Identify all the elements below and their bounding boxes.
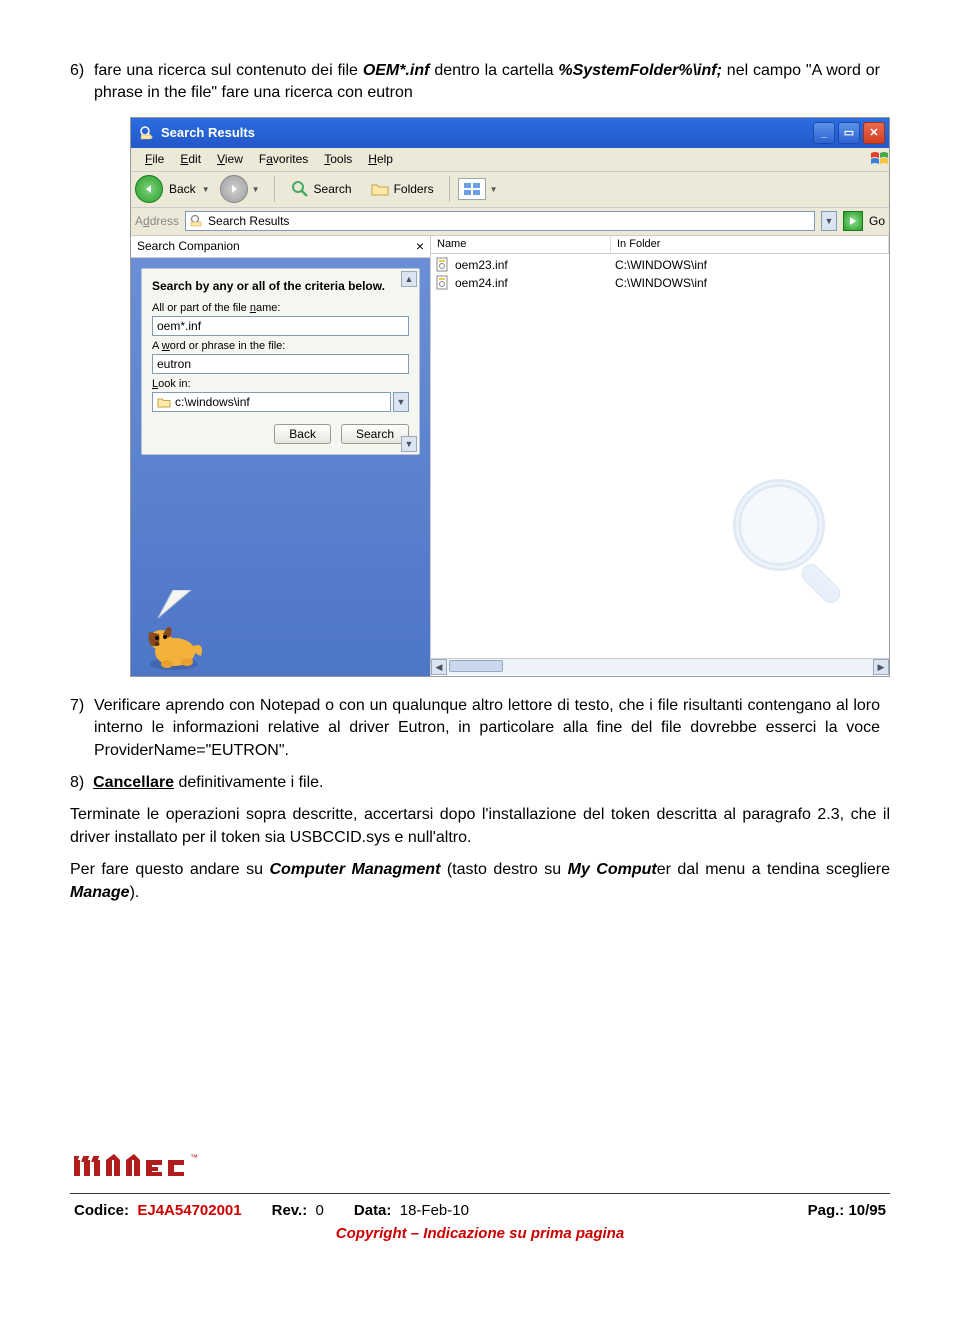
scroll-right-button[interactable]: ▶ [873,659,889,675]
search-panel: ▲ ▼ Search by any or all of the criteria… [141,268,420,456]
phrase-label: A word or phrase in the file: [152,340,409,352]
screenshot-window: Search Results _ ▭ ✕ File Edit View Favo… [130,117,890,677]
panel-scroll-up[interactable]: ▲ [401,271,417,287]
forward-button[interactable] [220,175,248,203]
terminate-paragraph-2: Per fare questo andare su Computer Manag… [70,859,890,904]
minimize-button[interactable]: _ [813,122,835,144]
forward-dropdown[interactable]: ▼ [252,185,260,194]
panel-heading: Search by any or all of the criteria bel… [152,279,409,295]
svg-text:™: ™ [190,1154,198,1162]
list-item-6: 6) fare una ricerca sul contenuto dei fi… [94,60,890,105]
panel-scroll-down[interactable]: ▼ [401,436,417,452]
menu-edit[interactable]: Edit [172,152,209,166]
menu-tools[interactable]: Tools [316,152,360,166]
horizontal-scrollbar[interactable]: ◀ ▶ [431,658,889,676]
companion-close-button[interactable]: × [416,238,424,254]
inf-file-icon [435,275,451,291]
menu-file[interactable]: File [137,152,172,166]
copyright-line: Copyright – Indicazione su prima pagina [70,1225,890,1242]
footer-info: Codice: EJ4A54702001 Rev.: 0 Data: 18-Fe… [70,1202,890,1219]
folders-icon [370,179,390,199]
close-button[interactable]: ✕ [863,122,885,144]
address-bar: Address Search Results ▼ Go [131,208,889,236]
scroll-left-button[interactable]: ◀ [431,659,447,675]
panel-back-button[interactable]: Back [274,424,331,444]
folders-tool[interactable]: Folders [363,176,441,202]
search-tool[interactable]: Search [283,176,359,202]
footer-divider [70,1193,890,1194]
back-label: Back [169,182,196,196]
scroll-thumb[interactable] [449,660,503,672]
file-row[interactable]: oem23.inf C:\WINDOWS\inf [435,256,885,274]
lookin-dropdown[interactable]: ▼ [393,392,409,412]
menu-bar: File Edit View Favorites Tools Help [131,148,889,172]
go-label: Go [869,214,885,228]
lookin-label: Look in: [152,378,409,390]
col-folder-header[interactable]: In Folder [611,236,889,253]
list-item-8: 8) Cancellare definitivamente i file. [94,772,890,794]
phrase-input[interactable] [152,354,409,374]
search-icon [290,179,310,199]
list-item-7: 7) Verificare aprendo con Notepad o con … [94,695,890,762]
window-titlebar: Search Results _ ▭ ✕ [131,118,889,148]
maximize-button[interactable]: ▭ [838,122,860,144]
inf-file-icon [435,257,451,273]
menu-view[interactable]: View [209,152,251,166]
views-button[interactable] [458,178,486,200]
back-dropdown[interactable]: ▼ [202,185,210,194]
search-results-icon [139,125,155,141]
panel-search-button[interactable]: Search [341,424,409,444]
windows-flag-icon [861,150,883,168]
address-dropdown[interactable]: ▼ [821,211,837,231]
companion-header: Search Companion × [131,236,430,258]
menu-help[interactable]: Help [360,152,401,166]
search-dog-icon [139,612,209,672]
window-title: Search Results [161,125,810,140]
address-label: Address [135,214,179,228]
list-header: Name In Folder [431,236,889,254]
col-name-header[interactable]: Name [431,236,611,253]
toolbar: Back ▼ ▼ Search Folders [131,172,889,208]
terminate-paragraph-1: Terminate le operazioni sopra descritte,… [70,804,890,849]
lookin-field[interactable]: c:\windows\inf [152,392,391,412]
back-button[interactable] [135,175,163,203]
menu-favorites[interactable]: Favorites [251,152,316,166]
filename-input[interactable] [152,316,409,336]
go-button[interactable] [843,211,863,231]
filename-label: All or part of the file name: [152,302,409,314]
magnifier-watermark-icon [719,465,869,618]
logo: ™ [74,1154,890,1187]
address-field[interactable]: Search Results [185,211,815,231]
views-dropdown[interactable]: ▼ [490,185,498,194]
file-row[interactable]: oem24.inf C:\WINDOWS\inf [435,274,885,292]
